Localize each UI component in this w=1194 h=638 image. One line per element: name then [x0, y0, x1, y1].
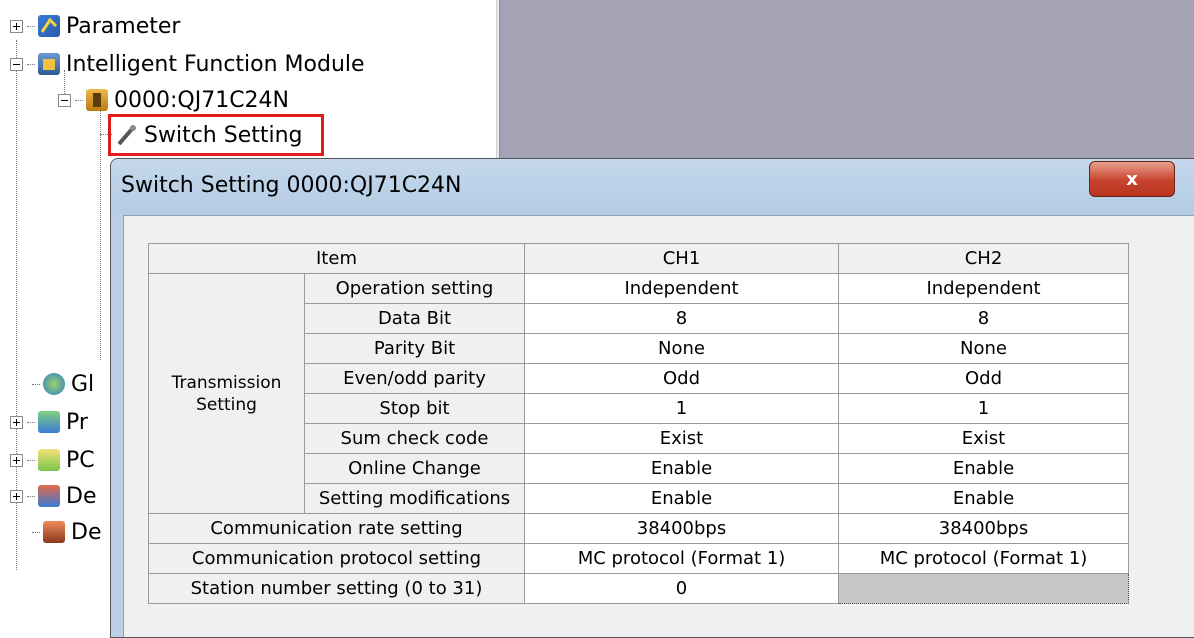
program-icon	[38, 411, 60, 433]
ch2-value-cell[interactable]: 1	[838, 393, 1129, 424]
ch2-value-cell[interactable]: None	[838, 333, 1129, 364]
group-label-transmission-setting: Transmission Setting	[148, 273, 305, 514]
ch1-value-cell[interactable]: Independent	[524, 273, 839, 304]
ch1-value-cell[interactable]: Odd	[524, 363, 839, 394]
row-label: Communication rate setting	[148, 513, 525, 544]
tree-item-label: De	[66, 483, 97, 509]
dialog-title: Switch Setting 0000:QJ71C24N	[121, 173, 462, 198]
row-label: Even/odd parity	[304, 363, 525, 394]
switch-setting-table: Item CH1 CH2 Transmission Setting Operat…	[148, 243, 1129, 604]
close-button[interactable]: x	[1089, 161, 1175, 197]
tree-item-label: Pr	[66, 409, 88, 435]
tree-connector	[27, 421, 35, 423]
row-label: Operation setting	[304, 273, 525, 304]
tree-connector	[75, 99, 83, 101]
table-row: Communication rate setting 38400bps 3840…	[148, 513, 1129, 544]
expand-icon[interactable]	[10, 489, 23, 503]
tree-item-device[interactable]: De	[10, 482, 96, 510]
parameter-icon	[38, 15, 60, 37]
tree-item-label: Intelligent Function Module	[66, 51, 365, 77]
ch1-value-cell[interactable]: Exist	[524, 423, 839, 454]
tree-item-label: Parameter	[66, 13, 181, 39]
tree-connector	[27, 495, 35, 497]
ch2-value-cell[interactable]: Odd	[838, 363, 1129, 394]
header-ch1: CH1	[524, 243, 839, 274]
tree-item-global[interactable]: Gl	[32, 370, 94, 398]
ch1-value-cell[interactable]: Enable	[524, 483, 839, 514]
selection-highlight	[108, 114, 324, 156]
ch2-value-cell[interactable]: Independent	[838, 273, 1129, 304]
expand-icon[interactable]	[10, 415, 23, 429]
ch1-value-cell[interactable]: 0	[524, 573, 839, 604]
row-label: Station number setting (0 to 31)	[148, 573, 525, 604]
pc-icon	[38, 449, 60, 471]
row-label: Sum check code	[304, 423, 525, 454]
ch2-value-cell[interactable]: MC protocol (Format 1)	[838, 543, 1129, 574]
tree-item-parameter[interactable]: Parameter	[10, 12, 180, 40]
row-label: Online Change	[304, 453, 525, 484]
device-icon	[38, 485, 60, 507]
tree-item-label: 0000:QJ71C24N	[114, 87, 290, 113]
ch1-value-cell[interactable]: None	[524, 333, 839, 364]
table-header-row: Item CH1 CH2	[148, 243, 1129, 274]
ch2-value-cell[interactable]: Enable	[838, 483, 1129, 514]
row-label: Communication protocol setting	[148, 543, 525, 574]
table-row: Station number setting (0 to 31) 0	[148, 573, 1129, 604]
expand-icon[interactable]	[10, 453, 23, 467]
tree-item-label: PC	[66, 447, 95, 473]
dialog-client-area: Item CH1 CH2 Transmission Setting Operat…	[123, 215, 1194, 637]
tree-item-qj71c24n[interactable]: 0000:QJ71C24N	[58, 86, 289, 114]
tree-item-intelligent-function-module[interactable]: Intelligent Function Module	[10, 50, 365, 78]
ch2-value-cell[interactable]: 38400bps	[838, 513, 1129, 544]
tree-connector	[27, 459, 35, 461]
ch2-value-cell-disabled	[838, 573, 1129, 604]
tree-item-program[interactable]: Pr	[10, 408, 88, 436]
tree-connector	[27, 25, 35, 27]
switch-setting-dialog: Switch Setting 0000:QJ71C24N x Item CH1 …	[110, 158, 1194, 638]
ch2-value-cell[interactable]: Exist	[838, 423, 1129, 454]
row-label: Parity Bit	[304, 333, 525, 364]
header-ch2: CH2	[838, 243, 1129, 274]
group-label-line: Setting	[196, 394, 257, 415]
collapse-icon[interactable]	[58, 93, 71, 107]
tree-connector	[32, 531, 40, 533]
tree-connector	[27, 63, 35, 65]
tree-item-label: Gl	[71, 371, 95, 397]
ch1-value-cell[interactable]: 8	[524, 303, 839, 334]
collapse-icon[interactable]	[10, 57, 23, 71]
row-label: Stop bit	[304, 393, 525, 424]
ch2-value-cell[interactable]: Enable	[838, 453, 1129, 484]
expand-icon[interactable]	[10, 19, 23, 33]
row-label: Setting modifications	[304, 483, 525, 514]
ch2-value-cell[interactable]: 8	[838, 303, 1129, 334]
module-unit-icon	[86, 89, 108, 111]
tree-connector	[32, 383, 40, 385]
table-row: Transmission Setting Operation setting I…	[148, 273, 1129, 514]
ch1-value-cell[interactable]: Enable	[524, 453, 839, 484]
ch1-value-cell[interactable]: MC protocol (Format 1)	[524, 543, 839, 574]
module-icon	[38, 53, 60, 75]
tree-item-device-2[interactable]: De	[32, 518, 101, 546]
ch1-value-cell[interactable]: 1	[524, 393, 839, 424]
close-icon: x	[1126, 168, 1138, 190]
row-label: Data Bit	[304, 303, 525, 334]
ch1-value-cell[interactable]: 38400bps	[524, 513, 839, 544]
tree-item-pc[interactable]: PC	[10, 446, 95, 474]
global-label-icon	[43, 373, 65, 395]
tree-item-label: De	[71, 519, 102, 545]
header-item: Item	[148, 243, 525, 274]
table-row: Communication protocol setting MC protoc…	[148, 543, 1129, 574]
tree-line	[100, 110, 101, 360]
device-memory-icon	[43, 521, 65, 543]
group-label-line: Transmission	[171, 372, 282, 393]
dialog-titlebar[interactable]: Switch Setting 0000:QJ71C24N x	[111, 159, 1194, 215]
